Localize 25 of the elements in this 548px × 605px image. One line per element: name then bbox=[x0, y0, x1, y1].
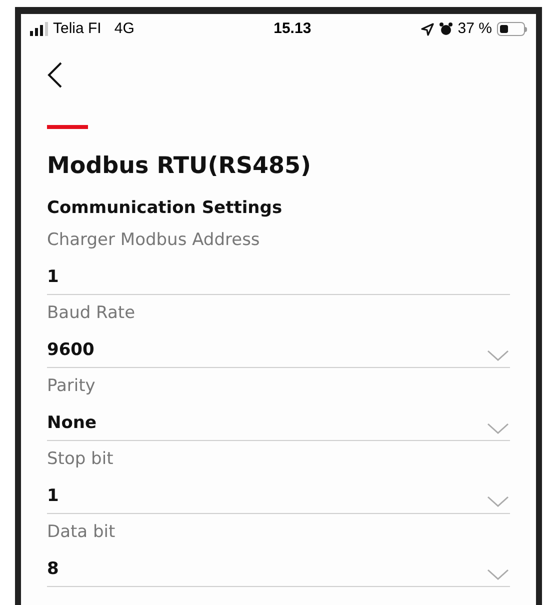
chevron-down-icon bbox=[487, 350, 509, 362]
battery-percent: 37 % bbox=[458, 18, 492, 39]
accent-bar bbox=[47, 125, 88, 129]
clock-time: 15.13 bbox=[272, 18, 312, 39]
network-type: 4G bbox=[114, 18, 134, 39]
page-title: Modbus RTU(RS485) bbox=[47, 152, 312, 181]
select-field[interactable]: None bbox=[47, 401, 510, 441]
section-heading: Communication Settings bbox=[47, 197, 284, 219]
field-label: Stop bit bbox=[47, 448, 114, 471]
signal-icon bbox=[30, 22, 48, 36]
chevron-down-icon bbox=[487, 496, 509, 508]
chevron-down-icon bbox=[487, 422, 509, 434]
select-field[interactable]: 8 bbox=[47, 547, 510, 587]
select-field[interactable]: 9600 bbox=[47, 328, 510, 368]
carrier-name: Telia FI bbox=[53, 18, 102, 39]
input-field[interactable]: 1 bbox=[47, 255, 510, 295]
chevron-down-icon bbox=[487, 568, 509, 580]
field-label: Data bit bbox=[47, 521, 116, 544]
alarm-clock-icon bbox=[438, 22, 453, 36]
field-label: Parity bbox=[47, 375, 96, 398]
select-field[interactable]: 1 bbox=[47, 474, 510, 514]
field-label: Charger Modbus Address bbox=[47, 229, 261, 252]
location-arrow-icon bbox=[420, 22, 434, 36]
field-label: Baud Rate bbox=[47, 302, 136, 325]
battery-icon bbox=[497, 22, 527, 36]
